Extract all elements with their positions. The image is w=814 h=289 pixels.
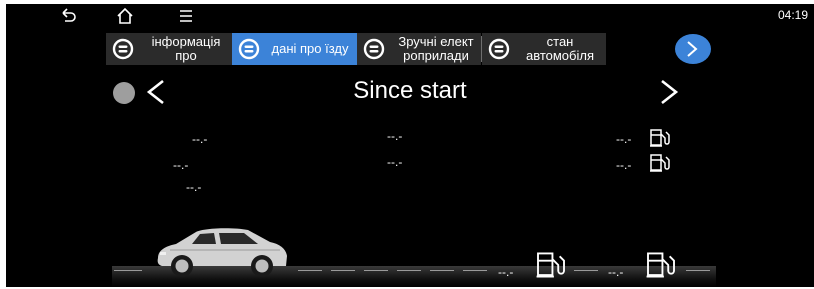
readout-middle-2: --.- xyxy=(387,155,403,169)
fuel-pump-icon xyxy=(646,252,675,278)
readout-left-3: --.- xyxy=(186,180,202,194)
readout-middle-1: --.- xyxy=(387,129,403,143)
readout-left-2: --.- xyxy=(173,158,189,172)
odometer-icon xyxy=(488,38,510,60)
back-arrow-icon[interactable] xyxy=(58,6,78,26)
readout-bottom-2: --.- xyxy=(608,265,624,279)
fuel-pump-icon xyxy=(650,154,670,172)
page-title: Since start xyxy=(353,77,467,104)
road-dash xyxy=(397,270,421,271)
road-dash xyxy=(686,270,710,271)
road-dash xyxy=(331,270,355,271)
road-dash xyxy=(114,270,142,271)
road-dash xyxy=(574,270,598,271)
fuel-pump-icon xyxy=(536,252,565,278)
chevron-right-icon xyxy=(687,41,698,57)
tab-label: інформація про xyxy=(151,34,221,63)
tab-label: дані про їзду xyxy=(271,41,349,56)
readout-left-1: --.- xyxy=(192,132,208,146)
screen: 04:19 інформація про дані про їзду Зручн… xyxy=(6,4,814,287)
chevron-right-icon[interactable] xyxy=(656,78,682,106)
tab-label: стан автомобіля xyxy=(525,34,594,63)
odometer-icon xyxy=(363,38,385,60)
car-image xyxy=(157,228,287,277)
tab-info[interactable]: інформація про xyxy=(106,33,232,65)
home-icon[interactable] xyxy=(115,6,135,26)
readout-right-2: --.- xyxy=(616,158,632,172)
fuel-pump-icon xyxy=(650,129,670,147)
odometer-icon xyxy=(238,38,260,60)
menu-icon[interactable] xyxy=(176,6,196,26)
tab-vehicle-status[interactable]: стан автомобіля xyxy=(482,33,606,65)
status-bar: 04:19 xyxy=(6,4,814,28)
clock: 04:19 xyxy=(777,8,808,22)
tab-trip-data[interactable]: дані про їзду xyxy=(232,33,357,65)
readout-bottom-1: --.- xyxy=(498,265,514,279)
tabs-next-button[interactable] xyxy=(675,34,711,64)
road-dash xyxy=(463,270,487,271)
road-dash xyxy=(430,270,454,271)
tab-comfort-devices[interactable]: Зручні елект роприлади xyxy=(357,33,481,65)
tab-label: Зручні елект роприлади xyxy=(398,34,474,63)
road-dash xyxy=(298,270,322,271)
readout-right-1: --.- xyxy=(616,132,632,146)
road-dash xyxy=(364,270,388,271)
odometer-icon xyxy=(112,38,134,60)
